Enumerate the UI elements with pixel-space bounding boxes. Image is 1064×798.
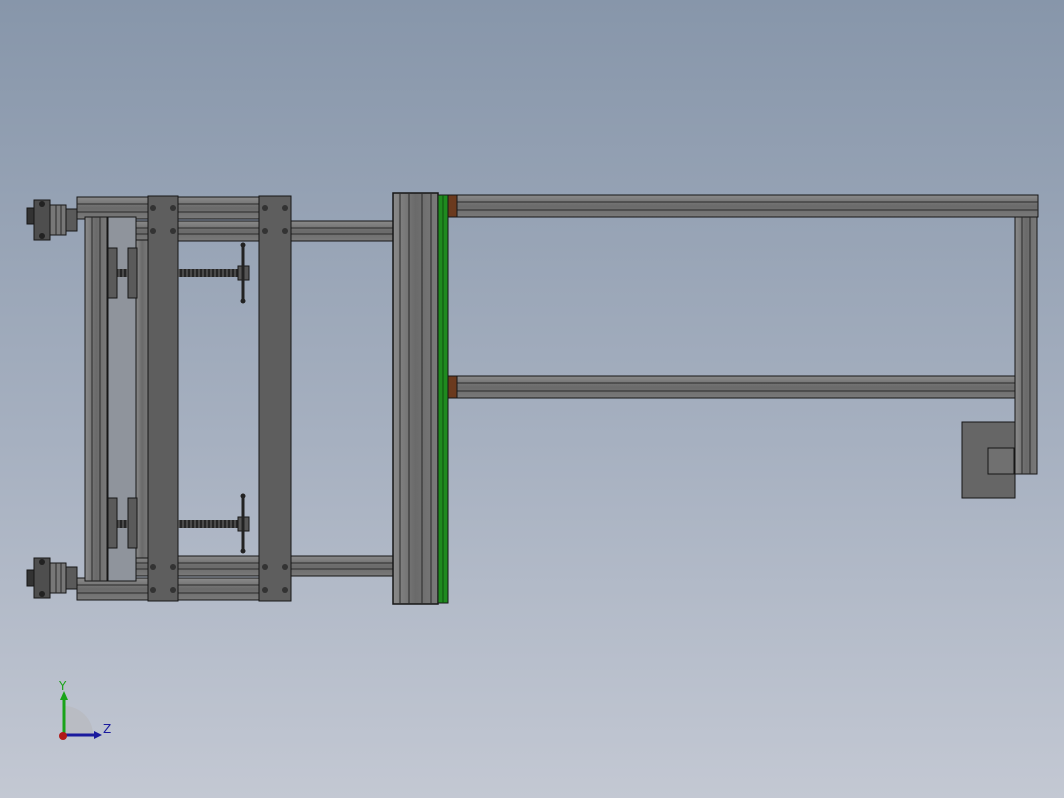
vertical-post[interactable] bbox=[392, 192, 439, 605]
middle-horizontal-beam[interactable] bbox=[447, 375, 1016, 399]
triad-z-label: Z bbox=[103, 722, 112, 736]
motor-coupling-upper[interactable] bbox=[26, 199, 78, 241]
clamp-plate-right[interactable] bbox=[258, 195, 292, 602]
motor-box[interactable] bbox=[961, 421, 1016, 499]
clamp-plate-left[interactable] bbox=[147, 195, 179, 602]
green-guide-rail bbox=[437, 194, 449, 604]
orientation-triad bbox=[59, 691, 102, 740]
cad-model-viewport[interactable] bbox=[0, 0, 1064, 798]
left-clamp-frame[interactable] bbox=[76, 196, 394, 601]
motor-coupling-lower[interactable] bbox=[26, 557, 78, 599]
upper-horizontal-beam[interactable] bbox=[447, 194, 1039, 218]
triad-y-label: Y bbox=[59, 679, 67, 693]
right-vertical-beam[interactable] bbox=[1014, 216, 1038, 475]
